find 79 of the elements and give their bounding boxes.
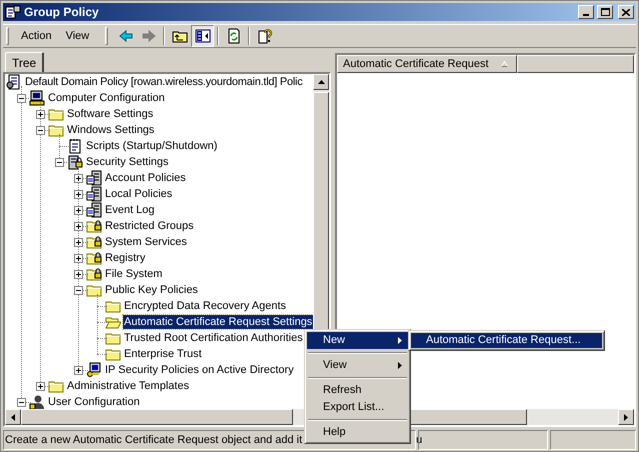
tree-item[interactable]: Restricted Groups <box>104 219 195 233</box>
tree-item[interactable]: IP Security Policies on Active Directory <box>104 363 295 377</box>
expand-icon[interactable] <box>36 110 45 118</box>
locked-folder-icon <box>86 266 102 282</box>
tree-item[interactable]: Software Settings <box>66 107 154 121</box>
expand-icon[interactable] <box>74 238 83 246</box>
tree-item[interactable]: Trusted Root Certification Authorities <box>123 331 304 345</box>
maximize-button[interactable] <box>597 5 613 19</box>
tree-item[interactable]: Encrypted Data Recovery Agents <box>123 299 288 313</box>
expand-icon[interactable] <box>36 382 45 390</box>
expand-icon[interactable] <box>74 174 83 182</box>
tree-item[interactable]: Registry <box>104 251 146 265</box>
collapse-icon[interactable] <box>17 398 26 406</box>
tree-item[interactable]: User Configuration <box>47 395 141 409</box>
collapse-icon[interactable] <box>36 126 45 134</box>
expand-icon[interactable] <box>74 270 83 278</box>
tree-item[interactable]: Local Policies <box>104 187 174 201</box>
left-arrow-icon <box>11 414 15 420</box>
up-arrow-icon <box>318 80 324 84</box>
server-icon <box>86 170 102 186</box>
close-button[interactable] <box>618 5 634 19</box>
locked-folder-icon <box>86 234 102 250</box>
expand-icon[interactable] <box>74 254 83 262</box>
tree-item[interactable]: System Services <box>104 235 188 249</box>
right-arrow-icon <box>624 414 628 420</box>
tree-item[interactable]: Default Domain Policy [rowan.wireless.yourdomain.tld] Polic <box>24 75 304 89</box>
expand-icon[interactable] <box>74 206 83 214</box>
notepad-icon <box>67 138 83 154</box>
scroll-left-button[interactable] <box>5 409 21 425</box>
server-icon <box>86 186 102 202</box>
tree-item[interactable]: Administrative Templates <box>66 379 190 393</box>
refresh-document-icon <box>226 28 242 44</box>
collapse-icon[interactable] <box>55 158 64 166</box>
computer-key-icon <box>86 362 102 378</box>
locked-folder-icon <box>86 218 102 234</box>
tree-item[interactable]: Public Key Policies <box>104 283 199 297</box>
collapse-icon[interactable] <box>17 94 26 102</box>
server-icon <box>86 202 102 218</box>
scroll-right-button[interactable] <box>618 409 634 425</box>
tab[interactable]: Tree <box>5 52 44 73</box>
server-lock-icon <box>67 154 83 170</box>
tree-item[interactable]: Event Log <box>104 203 156 217</box>
status-text: Create a new Automatic Certificate Request object and add it <box>5 432 302 448</box>
tree-item[interactable]: Scripts (Startup/Shutdown) <box>85 139 218 153</box>
menu-item[interactable]: Action <box>15 27 58 45</box>
tree-item[interactable]: Computer Configuration <box>47 91 166 105</box>
column-label: Automatic Certificate Request <box>343 56 489 72</box>
menu-item[interactable]: Automatic Certificate Request... <box>411 333 602 348</box>
user-icon <box>29 394 45 409</box>
expand-icon[interactable] <box>74 222 83 230</box>
tree-item[interactable]: File System <box>104 267 164 281</box>
scroll-thumb[interactable] <box>21 409 293 425</box>
maximize-icon <box>600 8 610 16</box>
tree-item[interactable]: Windows Settings <box>66 123 156 137</box>
minimize-button[interactable] <box>578 5 594 19</box>
menu-item[interactable]: New <box>307 332 408 349</box>
expand-icon[interactable] <box>74 190 83 198</box>
scroll-up-button[interactable] <box>313 74 329 90</box>
help-icon <box>256 28 273 44</box>
computer-icon <box>29 90 45 106</box>
menu-item[interactable]: Help <box>307 424 408 441</box>
column-header[interactable]: Automatic Certificate Request <box>337 55 517 73</box>
menu-item[interactable]: Refresh <box>307 382 408 399</box>
tree-item[interactable]: Automatic Certificate Request Settings <box>123 315 313 329</box>
locked-folder-icon <box>86 250 102 266</box>
tree-item[interactable]: Account Policies <box>104 171 187 185</box>
minimize-icon <box>583 14 589 16</box>
tree-item[interactable]: Security Settings <box>85 155 170 169</box>
expand-icon[interactable] <box>74 366 83 374</box>
close-icon <box>622 8 630 16</box>
collapse-icon[interactable] <box>74 286 83 294</box>
toolbar-button[interactable] <box>191 25 214 47</box>
menu-item[interactable]: View <box>307 357 408 374</box>
tree-item[interactable]: Enterprise Trust <box>123 347 203 361</box>
app-icon <box>5 4 21 20</box>
menu-item[interactable]: Export List... <box>307 399 408 416</box>
menu-item[interactable]: View <box>60 27 96 45</box>
window-title: Group Policy <box>24 4 100 21</box>
tree-pane-icon <box>194 28 211 44</box>
